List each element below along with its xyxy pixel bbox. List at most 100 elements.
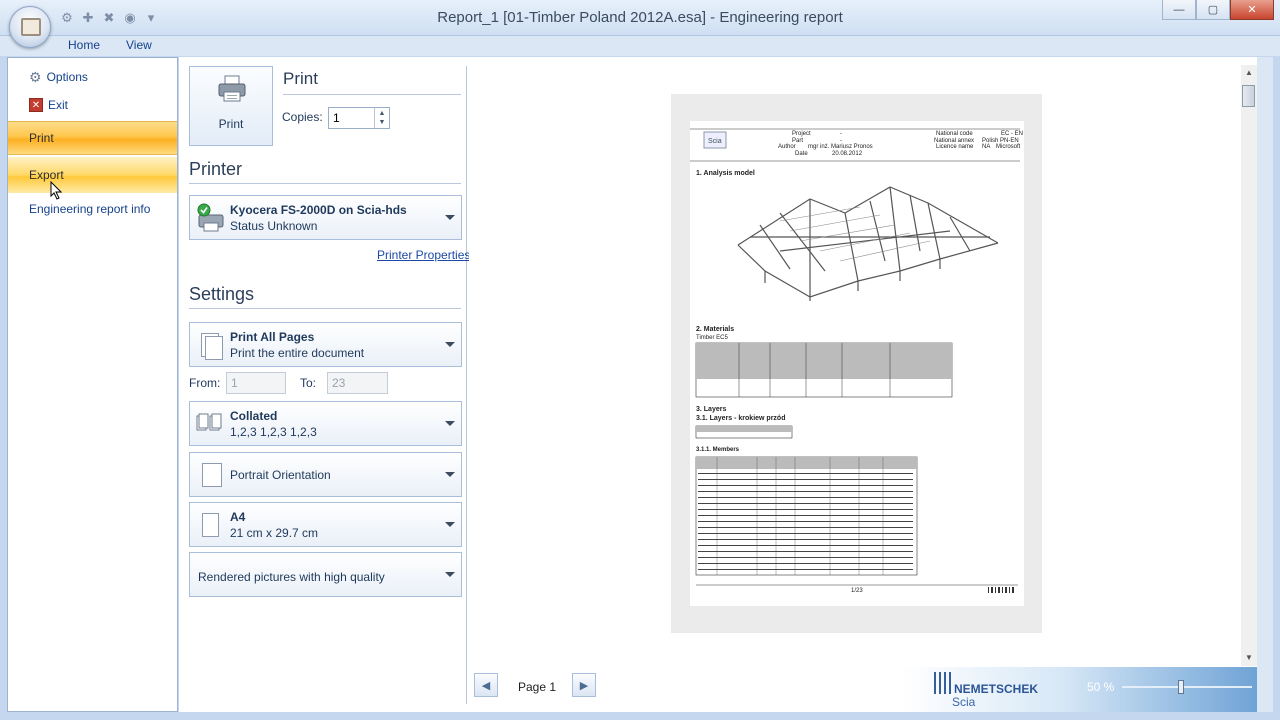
ribbon-tabs: Home View: [0, 36, 1280, 56]
print-range-title: Print All Pages: [230, 330, 315, 344]
nav-export[interactable]: Export: [8, 157, 177, 193]
nemetschek-logo: NEMETSCHEK Scia: [934, 668, 1054, 710]
gear-icon: ⚙: [29, 68, 42, 85]
chevron-down-icon: [445, 214, 455, 220]
nav-export-label: Export: [29, 168, 64, 182]
quality-dropdown[interactable]: Rendered pictures with high quality: [189, 552, 462, 597]
portrait-icon: [202, 463, 222, 487]
copies-value: 1: [333, 111, 340, 125]
minimize-button[interactable]: —: [1162, 0, 1196, 20]
collate-title: Collated: [230, 409, 278, 423]
copies-label: Copies:: [282, 110, 323, 124]
to-field[interactable]: 23: [327, 372, 388, 394]
collated-icon: [196, 413, 222, 431]
stepper-up-icon[interactable]: ▲: [379, 109, 386, 118]
page-footer-number: 1/23: [851, 588, 863, 594]
header-value: 20.08.2012: [832, 151, 863, 157]
header-value: -: [840, 131, 842, 137]
logo-text: NEMETSCHEK: [954, 682, 1039, 696]
tab-home[interactable]: Home: [68, 38, 100, 52]
nav-options[interactable]: ⚙ Options: [8, 65, 177, 89]
nav-info-label: Engineering report info: [29, 202, 151, 216]
printer-section-title: Printer: [189, 159, 243, 179]
previous-page-button[interactable]: ◀: [474, 673, 498, 697]
backstage-nav: ⚙ Options ✕ Exit Print Export Engineerin…: [7, 57, 178, 712]
section-heading: 3.1. Layers - krokiew przód: [696, 415, 786, 422]
orientation-label: Portrait Orientation: [230, 468, 331, 482]
nav-options-label: Options: [46, 70, 88, 84]
title-bar: ⚙ ✚ ✖ ◉ ▾ Report_1 [01-Timber Poland 201…: [0, 0, 1280, 48]
print-settings-panel: [179, 57, 469, 712]
chevron-down-icon: [445, 420, 455, 426]
scroll-down-icon[interactable]: ▼: [1241, 650, 1257, 666]
nav-print[interactable]: Print: [8, 121, 177, 155]
stepper-down-icon[interactable]: ▼: [379, 118, 386, 127]
exit-icon: ✕: [29, 98, 43, 112]
quality-label: Rendered pictures with high quality: [198, 570, 385, 584]
svg-text:Scia: Scia: [708, 138, 722, 145]
panel-divider: [466, 66, 467, 704]
scroll-up-icon[interactable]: ▲: [1241, 65, 1257, 81]
printer-status-icon: [197, 203, 224, 232]
copies-stepper[interactable]: 1 ▲ ▼: [328, 107, 390, 129]
window-frame: [0, 712, 1280, 720]
printer-name: Kyocera FS-2000D on Scia-hds: [230, 203, 407, 217]
divider: [283, 94, 461, 95]
maximize-button[interactable]: ▢: [1196, 0, 1230, 20]
print-button-label: Print: [218, 117, 244, 131]
chevron-down-icon: [445, 571, 455, 577]
print-button[interactable]: Print: [189, 66, 273, 146]
printer-status: Status Unknown: [230, 219, 318, 233]
zoom-level: 50 %: [1087, 680, 1115, 694]
collate-dropdown[interactable]: Collated 1,2,3 1,2,3 1,2,3: [189, 401, 462, 446]
chevron-down-icon: [445, 471, 455, 477]
settings-section-title: Settings: [189, 284, 255, 304]
nav-exit-label: Exit: [48, 98, 69, 112]
zoom-slider[interactable]: [1122, 680, 1252, 694]
header-right-label: National code: [936, 131, 973, 137]
nav-engineering-report-info[interactable]: Engineering report info: [8, 197, 177, 221]
window-edge: [1257, 57, 1273, 712]
close-button[interactable]: ✕: [1230, 0, 1274, 20]
section-heading: 3. Layers: [696, 406, 727, 413]
printer-dropdown[interactable]: Kyocera FS-2000D on Scia-hds Status Unkn…: [189, 195, 462, 240]
app-logo-icon: [21, 18, 41, 36]
pages-icon: [205, 336, 223, 360]
header-value: mgr inż. Mariusz Pronos: [808, 144, 873, 150]
scroll-thumb[interactable]: [1242, 85, 1255, 107]
application-menu-button[interactable]: [9, 6, 51, 48]
zoom-slider-thumb[interactable]: [1177, 680, 1184, 694]
header-right-value: Microsoft: [996, 144, 1021, 150]
from-label: From:: [189, 376, 221, 390]
next-page-button[interactable]: ▶: [572, 673, 596, 697]
mouse-cursor-icon: [50, 181, 63, 200]
preview-page: Scia Project Part Author Date - - mgr in…: [690, 121, 1024, 606]
section-heading: 2. Materials: [696, 326, 735, 333]
print-range-sub: Print the entire document: [230, 346, 365, 360]
paper-icon: [202, 513, 219, 537]
paper-size-title: A4: [230, 510, 246, 524]
stepper-arrows[interactable]: ▲ ▼: [374, 108, 389, 128]
print-section-title: Print: [283, 69, 318, 88]
from-field[interactable]: 1: [226, 372, 286, 394]
tab-view[interactable]: View: [126, 38, 152, 52]
section-heading: 3.1.1. Members: [696, 447, 740, 453]
window-title: Report_1 [01-Timber Poland 2012A.esa] - …: [437, 9, 843, 26]
print-range-dropdown[interactable]: Print All Pages Print the entire documen…: [189, 322, 462, 367]
header-label: Author: [778, 144, 796, 150]
section-heading: 1. Analysis model: [696, 170, 755, 177]
header-label: Project: [792, 131, 811, 137]
divider: [189, 183, 461, 184]
paper-size-dropdown[interactable]: A4 21 cm x 29.7 cm: [189, 502, 462, 547]
collate-sub: 1,2,3 1,2,3 1,2,3: [230, 425, 317, 439]
divider: [189, 308, 461, 309]
orientation-dropdown[interactable]: Portrait Orientation: [189, 452, 462, 497]
header-right-label: Licence name: [936, 144, 974, 150]
section-subheading: Timber EC5: [696, 335, 728, 341]
page-graphics: Scia: [690, 128, 1020, 593]
nav-exit[interactable]: ✕ Exit: [8, 93, 177, 117]
printer-properties-link[interactable]: Printer Properties: [377, 248, 470, 262]
preview-scrollbar[interactable]: ▲ ▼: [1241, 65, 1257, 666]
printer-icon: [218, 75, 246, 102]
chevron-down-icon: [445, 341, 455, 347]
